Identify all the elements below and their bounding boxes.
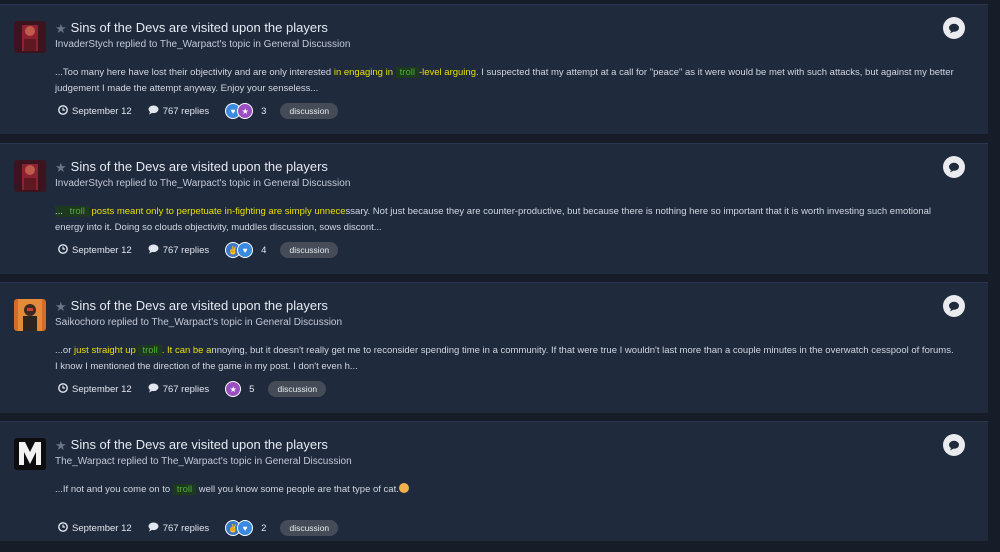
tag-badge[interactable]: discussion xyxy=(280,103,339,119)
comment-icon xyxy=(148,522,159,535)
post-date: September 12 xyxy=(72,244,132,256)
speech-bubble-icon[interactable] xyxy=(943,434,965,456)
reaction-count: 3 xyxy=(261,105,267,117)
reaction-count: 2 xyxy=(261,522,267,534)
reply-count: 767 replies xyxy=(162,522,210,534)
reactions[interactable]: ✌ ♥ xyxy=(225,520,254,536)
post-title-row: ★ Sins of the Devs are visited upon the … xyxy=(55,159,328,175)
reply-count: 767 replies xyxy=(162,244,210,256)
reactions[interactable]: ★ xyxy=(225,381,242,397)
post-footer: September 12 767 replies ✌ ♥ 2 discussion xyxy=(58,520,339,536)
snippet-segment: -level arguing xyxy=(418,67,476,78)
post-snippet: ...If not and you come on to troll well … xyxy=(55,482,955,498)
speech-bubble-icon[interactable] xyxy=(943,17,965,39)
post-meta: The_Warpact replied to The_Warpact's top… xyxy=(55,456,352,467)
trophy-reaction-icon: ★ xyxy=(225,381,242,397)
post-snippet: ...or just straight up troll. It can be … xyxy=(55,343,955,375)
reactions[interactable]: ♥ ★ xyxy=(225,103,254,119)
post-title-row: ★ Sins of the Devs are visited upon the … xyxy=(55,437,328,453)
activity-card: ★ Sins of the Devs are visited upon the … xyxy=(0,143,988,274)
snippet-segment: troll xyxy=(172,484,197,495)
clock-icon xyxy=(58,382,68,396)
post-snippet: ...Too many here have lost their objecti… xyxy=(55,65,955,97)
post-date: September 12 xyxy=(72,383,132,395)
post-meta: Saikochoro replied to The_Warpact's topi… xyxy=(55,317,343,328)
snippet-segment: ... xyxy=(55,206,66,217)
snippet-segment: well you know some people are that type … xyxy=(196,484,399,495)
post-title-row: ★ Sins of the Devs are visited upon the … xyxy=(55,20,328,36)
smiley-emoji-icon xyxy=(398,483,409,493)
reply-count: 767 replies xyxy=(162,383,210,395)
snippet-segment: posts meant only to perpetuate in-fighti… xyxy=(88,206,346,217)
avatar[interactable] xyxy=(14,299,46,331)
snippet-segment: troll xyxy=(65,206,89,217)
tag-badge[interactable]: discussion xyxy=(280,520,339,536)
speech-bubble-icon[interactable] xyxy=(943,156,965,178)
trophy-reaction-icon: ★ xyxy=(237,103,254,119)
tag-badge[interactable]: discussion xyxy=(280,242,339,258)
post-snippet: ... troll posts meant only to perpetuate… xyxy=(55,204,955,236)
activity-card: ★ Sins of the Devs are visited upon the … xyxy=(0,421,988,541)
reaction-count: 4 xyxy=(261,244,267,256)
snippet-segment: . It can be a xyxy=(161,345,212,356)
star-icon[interactable]: ★ xyxy=(55,439,67,452)
clock-icon xyxy=(58,104,68,118)
replies-item: 767 replies xyxy=(148,383,209,396)
date-item[interactable]: September 12 xyxy=(58,521,132,535)
comment-icon xyxy=(148,244,159,257)
star-icon[interactable]: ★ xyxy=(55,300,67,313)
post-title-row: ★ Sins of the Devs are visited upon the … xyxy=(55,298,328,314)
clock-icon xyxy=(58,521,68,535)
post-meta: InvaderStych replied to The_Warpact's to… xyxy=(55,39,351,50)
snippet-segment: ...If not and you come on to xyxy=(55,484,173,495)
date-item[interactable]: September 12 xyxy=(58,243,132,257)
replies-item: 767 replies xyxy=(148,105,209,118)
comment-icon xyxy=(148,383,159,396)
snippet-segment: just straight up xyxy=(74,345,139,356)
clock-icon xyxy=(58,243,68,257)
post-footer: September 12 767 replies ♥ ★ 3 discussion xyxy=(58,103,339,119)
speech-bubble-icon[interactable] xyxy=(943,295,965,317)
post-footer: September 12 767 replies ✌ ♥ 4 discussion xyxy=(58,242,339,258)
avatar[interactable] xyxy=(14,160,46,192)
reply-count: 767 replies xyxy=(162,105,210,117)
heart-reaction-icon: ♥ xyxy=(237,242,254,258)
date-item[interactable]: September 12 xyxy=(58,382,132,396)
comment-icon xyxy=(148,105,159,118)
post-meta: InvaderStych replied to The_Warpact's to… xyxy=(55,178,351,189)
snippet-segment: in engaging in xyxy=(333,67,396,78)
post-title[interactable]: Sins of the Devs are visited upon the pl… xyxy=(71,298,328,314)
replies-item: 767 replies xyxy=(148,522,209,535)
heart-reaction-icon: ♥ xyxy=(237,520,254,536)
snippet-segment: ...or xyxy=(55,345,75,356)
snippet-segment: troll xyxy=(138,345,162,356)
tag-badge[interactable]: discussion xyxy=(268,381,327,397)
date-item[interactable]: September 12 xyxy=(58,104,132,118)
snippet-segment: ...Too many here have lost their objecti… xyxy=(55,67,334,78)
post-date: September 12 xyxy=(72,522,132,534)
post-date: September 12 xyxy=(72,105,132,117)
avatar[interactable] xyxy=(14,21,46,53)
star-icon[interactable]: ★ xyxy=(55,161,67,174)
activity-card: ★ Sins of the Devs are visited upon the … xyxy=(0,282,988,413)
avatar[interactable] xyxy=(14,438,46,470)
reactions[interactable]: ✌ ♥ xyxy=(225,242,254,258)
replies-item: 767 replies xyxy=(148,244,209,257)
reaction-count: 5 xyxy=(249,383,255,395)
post-title[interactable]: Sins of the Devs are visited upon the pl… xyxy=(71,159,328,175)
post-footer: September 12 767 replies ★ 5 discussion xyxy=(58,381,327,397)
activity-feed: ★ Sins of the Devs are visited upon the … xyxy=(0,0,1000,552)
post-title[interactable]: Sins of the Devs are visited upon the pl… xyxy=(71,437,328,453)
star-icon[interactable]: ★ xyxy=(55,22,67,35)
activity-card: ★ Sins of the Devs are visited upon the … xyxy=(0,4,988,134)
snippet-segment: troll xyxy=(395,67,419,78)
post-title[interactable]: Sins of the Devs are visited upon the pl… xyxy=(71,20,328,36)
